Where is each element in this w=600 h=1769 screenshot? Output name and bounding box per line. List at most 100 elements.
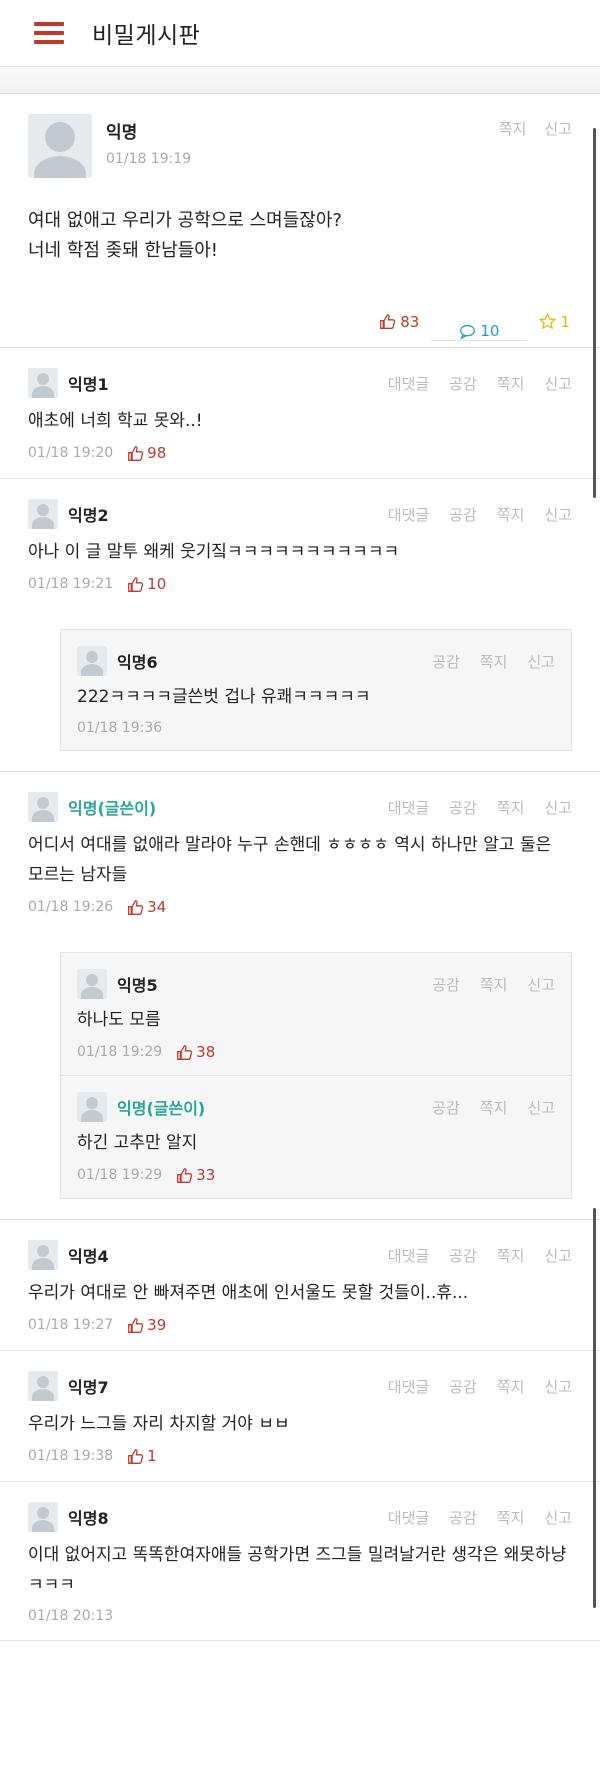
- avatar: [77, 1092, 107, 1122]
- report-button[interactable]: 신고: [527, 974, 555, 995]
- message-button[interactable]: 쪽지: [497, 797, 525, 818]
- comment-author: 익명1: [68, 375, 109, 394]
- like-button[interactable]: 공감: [432, 651, 460, 672]
- menu-icon[interactable]: [34, 22, 64, 44]
- like-count[interactable]: 38: [176, 1043, 215, 1061]
- thumbs-up-icon: [128, 899, 144, 915]
- thumbs-up-icon: [177, 1167, 193, 1183]
- comment-author: 익명4: [68, 1247, 109, 1266]
- report-button[interactable]: 신고: [544, 1245, 572, 1266]
- message-button[interactable]: 쪽지: [499, 118, 527, 139]
- comment-time: 01/18 19:26: [28, 899, 114, 915]
- avatar: [77, 646, 107, 676]
- message-button[interactable]: 쪽지: [497, 504, 525, 525]
- reply-button[interactable]: 대댓글: [388, 504, 429, 525]
- like-button[interactable]: 공감: [449, 1507, 477, 1528]
- like-button[interactable]: 공감: [449, 1376, 477, 1397]
- post-body-line: 너네 학점 좆돼 한남들아!: [28, 240, 218, 261]
- avatar: [28, 1240, 58, 1270]
- report-button[interactable]: 신고: [527, 651, 555, 672]
- like-button[interactable]: 공감: [449, 797, 477, 818]
- reply-button[interactable]: 대댓글: [388, 373, 429, 394]
- reply-button[interactable]: 대댓글: [388, 1245, 429, 1266]
- thumbs-up-icon: [128, 445, 144, 461]
- post-body-line: 여대 없애고 우리가 공학으로 스며들잖아?: [28, 210, 342, 231]
- report-button[interactable]: 신고: [544, 118, 572, 139]
- post-time: 01/18 19:19: [106, 151, 192, 167]
- comment-time: 01/18 19:21: [28, 576, 114, 592]
- comment-item: 익명2 대댓글 공감 쪽지 신고 아나 이 글 말투 왜케 웃기짘ㅋㅋㅋㅋㅋㅋㅋㅋㅋㅋ…: [0, 479, 600, 772]
- scrollbar[interactable]: [593, 1208, 596, 1608]
- like-count[interactable]: 1: [127, 1447, 157, 1465]
- comment-time: 01/18 19:27: [28, 1317, 114, 1333]
- thumbs-up-icon: [177, 1044, 193, 1060]
- header-divider: [0, 66, 600, 94]
- message-button[interactable]: 쪽지: [480, 651, 508, 672]
- post-body: 여대 없애고 우리가 공학으로 스며들잖아? 너네 학점 좆돼 한남들아!: [28, 206, 572, 266]
- reply-item: 익명6 공감 쪽지 신고 222ㅋㅋㅋㅋ글쓴벗 겁나 유쾌ㅋㅋㅋㅋㅋ 01/18 1…: [61, 630, 571, 751]
- like-count[interactable]: 83: [379, 302, 419, 341]
- reply-item: 익명5 공감 쪽지 신고 하나도 모름 01/18 19:29 38: [61, 953, 571, 1076]
- comment-author: 익명(글쓴이): [68, 799, 157, 818]
- message-button[interactable]: 쪽지: [480, 1097, 508, 1118]
- comment-item: 익명(글쓴이) 대댓글 공감 쪽지 신고 어디서 여대를 없애라 말라야 누구 손핸데…: [0, 772, 600, 1220]
- message-button[interactable]: 쪽지: [497, 1376, 525, 1397]
- like-count[interactable]: 33: [176, 1166, 215, 1184]
- comment-body: 우리가 여대로 안 빠져주면 애초에 인서울도 못할 것들이..휴...: [28, 1283, 469, 1303]
- report-button[interactable]: 신고: [527, 1097, 555, 1118]
- comment-time: 01/18 19:36: [77, 720, 163, 736]
- comment-author: 익명8: [68, 1509, 109, 1528]
- report-button[interactable]: 신고: [544, 373, 572, 394]
- like-button[interactable]: 공감: [449, 504, 477, 525]
- post-author: 익명: [106, 123, 138, 143]
- message-button[interactable]: 쪽지: [497, 1507, 525, 1528]
- like-count[interactable]: 34: [127, 898, 166, 916]
- comment-author: 익명(글쓴이): [117, 1099, 206, 1118]
- avatar: [77, 969, 107, 999]
- comment-time: 01/18 19:38: [28, 1448, 114, 1464]
- like-count[interactable]: 98: [127, 444, 166, 462]
- like-button[interactable]: 공감: [449, 373, 477, 394]
- like-button[interactable]: 공감: [432, 974, 460, 995]
- message-button[interactable]: 쪽지: [497, 373, 525, 394]
- comment-time: 01/18 20:13: [28, 1608, 114, 1624]
- comment-body: 애초에 너희 학교 못와..!: [28, 411, 203, 431]
- reply-button[interactable]: 대댓글: [388, 1376, 429, 1397]
- report-button[interactable]: 신고: [544, 1507, 572, 1528]
- avatar: [28, 1371, 58, 1401]
- comment-item: 익명8 대댓글 공감 쪽지 신고 이대 없어지고 똑똑한여자애들 공학가면 즈그들 밀…: [0, 1482, 600, 1641]
- thumbs-up-icon: [128, 1448, 144, 1464]
- like-button[interactable]: 공감: [432, 1097, 460, 1118]
- like-count[interactable]: 39: [127, 1316, 166, 1334]
- scrap-count[interactable]: 1: [539, 302, 570, 341]
- avatar: [28, 792, 58, 822]
- message-button[interactable]: 쪽지: [480, 974, 508, 995]
- comment-time: 01/18 19:29: [77, 1044, 163, 1060]
- comment-author: 익명2: [68, 506, 109, 525]
- thumbs-up-icon: [128, 576, 144, 592]
- avatar: [28, 499, 58, 529]
- like-button[interactable]: 공감: [449, 1245, 477, 1266]
- board-title: 비밀게시판: [92, 23, 201, 49]
- thumbs-up-icon: [128, 1317, 144, 1333]
- like-count[interactable]: 10: [127, 575, 166, 593]
- scrollbar[interactable]: [593, 128, 596, 498]
- comment-item: 익명7 대댓글 공감 쪽지 신고 우리가 느그들 자리 차지할 거야 ㅂㅂ 01/18…: [0, 1351, 600, 1482]
- reply-button[interactable]: 대댓글: [388, 797, 429, 818]
- speech-bubble-icon: [460, 324, 476, 340]
- comment-body: 아나 이 글 말투 왜케 웃기짘ㅋㅋㅋㅋㅋㅋㅋㅋㅋㅋㅋ: [28, 542, 400, 562]
- app-header: 비밀게시판: [0, 0, 600, 66]
- report-button[interactable]: 신고: [544, 797, 572, 818]
- comment-count[interactable]: 10: [431, 302, 528, 341]
- report-button[interactable]: 신고: [544, 504, 572, 525]
- comment-body: 우리가 느그들 자리 차지할 거야 ㅂㅂ: [28, 1414, 290, 1434]
- message-button[interactable]: 쪽지: [497, 1245, 525, 1266]
- reply-list: 익명5 공감 쪽지 신고 하나도 모름 01/18 19:29 38 익명(글쓴이)…: [60, 952, 572, 1199]
- reply-button[interactable]: 대댓글: [388, 1507, 429, 1528]
- report-button[interactable]: 신고: [544, 1376, 572, 1397]
- comment-time: 01/18 19:20: [28, 445, 114, 461]
- comment-body: 222ㅋㅋㅋㅋ글쓴벗 겁나 유쾌ㅋㅋㅋㅋㅋ: [77, 687, 371, 707]
- reply-item: 익명(글쓴이) 공감 쪽지 신고 하긴 고추만 알지 01/18 19:29 33: [61, 1076, 571, 1199]
- comment-author: 익명7: [68, 1378, 109, 1397]
- main-post: 익명 01/18 19:19 쪽지 신고 여대 없애고 우리가 공학으로 스며들…: [0, 94, 600, 348]
